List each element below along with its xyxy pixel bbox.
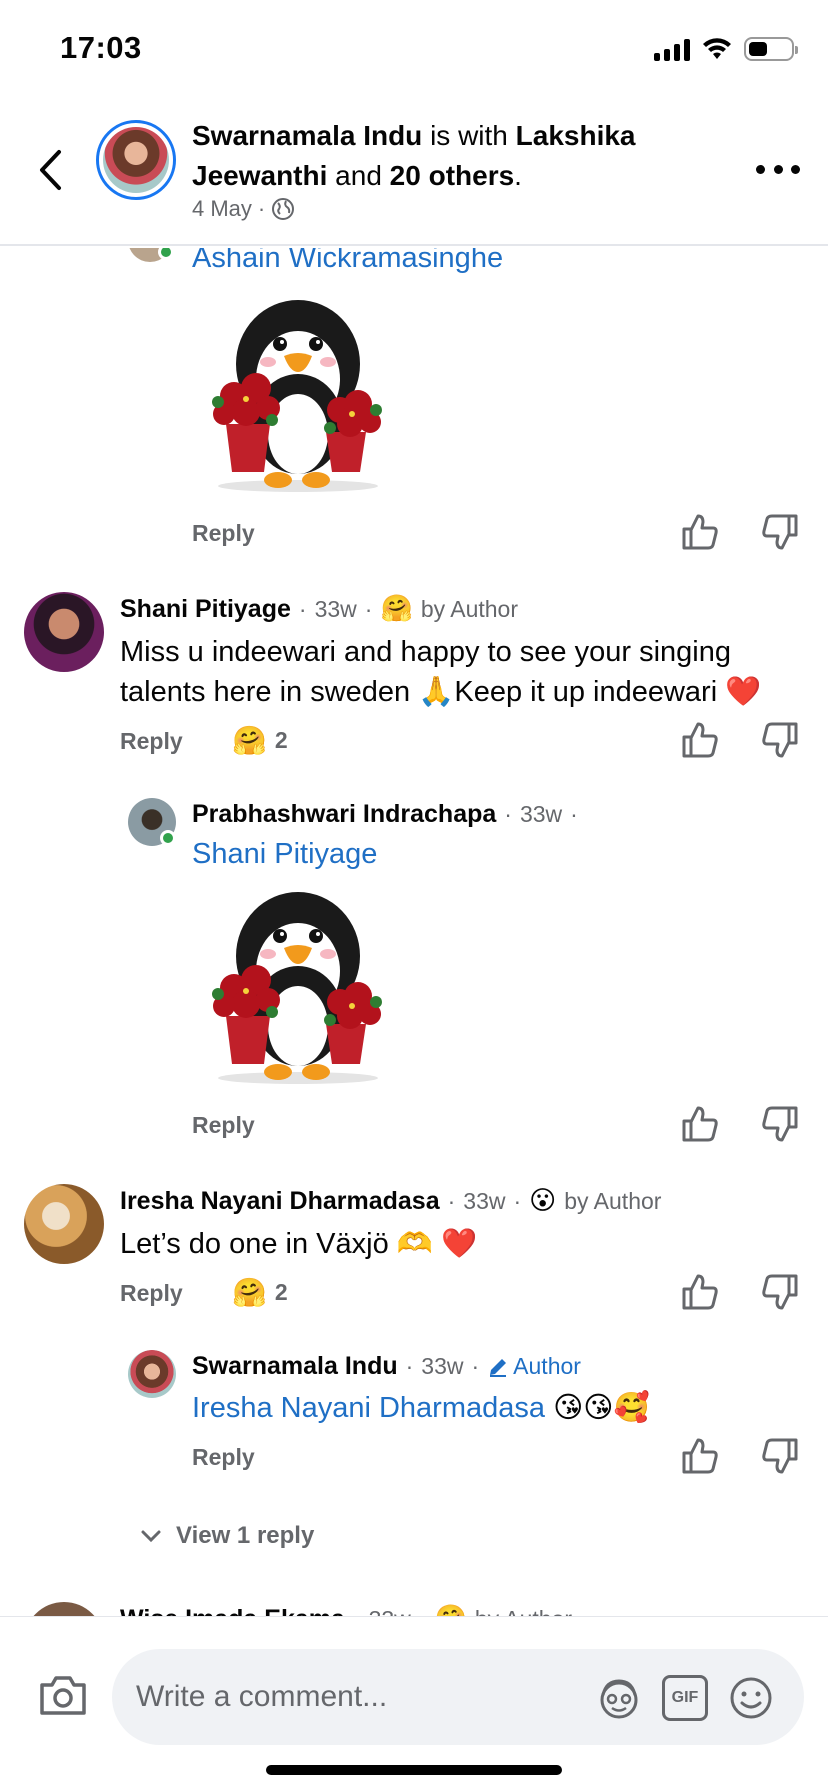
author-badge: Author <box>487 1353 581 1380</box>
battery-icon <box>744 37 798 61</box>
reply-button[interactable]: Reply <box>192 520 255 547</box>
thumbs-up-icon[interactable] <box>680 512 720 552</box>
chevron-left-icon <box>40 150 61 190</box>
comment-emojis: 😘😘🥰 <box>553 1390 650 1424</box>
author-reaction-emoji: 😮 <box>529 1186 557 1216</box>
status-time: 17:03 <box>60 30 142 65</box>
view-replies-button[interactable]: View 1 reply <box>140 1522 314 1550</box>
status-icons <box>654 34 798 64</box>
back-button[interactable] <box>30 140 70 200</box>
post-header: Swarnamala Indu is with Lakshika Jeewant… <box>0 100 828 246</box>
comment-header: Shani Pitiyage · 33w · 🤗 by Author <box>120 594 518 624</box>
commenter-avatar[interactable] <box>128 1350 176 1398</box>
post-meta: 4 May · <box>192 196 295 222</box>
post-date: 4 May <box>192 196 252 221</box>
comment-text: talents here in sweden 🙏Keep it up indee… <box>120 676 762 708</box>
comment-time: 33w <box>369 1606 411 1617</box>
commenter-name[interactable]: Swarnamala Indu <box>192 1352 398 1381</box>
mention-link[interactable]: Shani Pitiyage <box>192 838 377 871</box>
avatar-sticker-icon[interactable] <box>596 1675 642 1721</box>
thumbs-down-icon[interactable] <box>760 512 800 552</box>
comments-feed[interactable]: Ashain Wickramasinghe Reply Shani Pitiya… <box>0 248 828 1616</box>
more-options-button[interactable] <box>756 154 800 184</box>
globe-icon <box>272 198 295 220</box>
commenter-name[interactable]: Iresha Nayani Dharmadasa <box>120 1187 440 1216</box>
others-link[interactable]: 20 others <box>390 160 515 191</box>
mention-link[interactable]: Ashain Wickramasinghe <box>192 248 503 275</box>
thumbs-up-icon[interactable] <box>680 1436 720 1476</box>
thumbs-down-icon[interactable] <box>760 720 800 760</box>
commenter-avatar[interactable] <box>24 1602 104 1616</box>
reply-button[interactable]: Reply <box>192 1112 255 1139</box>
comment-text: Miss u indeewari and happy to see your s… <box>120 636 731 668</box>
commenter-avatar[interactable] <box>24 1184 104 1264</box>
comment-header: Swarnamala Indu · 33w · Author <box>192 1352 581 1381</box>
pencil-icon <box>490 1358 507 1377</box>
by-author-label: by Author <box>420 595 518 622</box>
comment-header: Iresha Nayani Dharmadasa · 33w · 😮 by Au… <box>120 1186 662 1216</box>
thumbs-down-icon[interactable] <box>760 1272 800 1312</box>
thumbs-up-icon[interactable] <box>680 1272 720 1312</box>
penguin-sticker[interactable] <box>198 284 398 494</box>
online-indicator <box>160 830 176 846</box>
author-name[interactable]: Swarnamala Indu <box>192 120 422 151</box>
comment-time: 33w <box>314 595 357 622</box>
post-title: Swarnamala Indu is with Lakshika Jeewant… <box>192 120 636 191</box>
camera-icon[interactable] <box>38 1673 88 1717</box>
emoji-picker-icon[interactable] <box>728 1675 774 1721</box>
comment-text: Let’s do one in Växjö 🫶 ❤️ <box>120 1228 478 1260</box>
chevron-down-icon <box>141 1530 161 1543</box>
wifi-icon <box>703 38 731 59</box>
reaction-summary[interactable]: 🤗 2 <box>232 1276 288 1309</box>
thumbs-down-icon[interactable] <box>760 1104 800 1144</box>
penguin-sticker[interactable] <box>198 876 398 1086</box>
by-author-label: by Author <box>475 1606 572 1617</box>
reply-button[interactable]: Reply <box>192 1444 255 1471</box>
home-indicator <box>266 1765 562 1775</box>
reply-button[interactable]: Reply <box>120 1280 183 1307</box>
thumbs-down-icon[interactable] <box>760 1436 800 1476</box>
comment-header: Prabhashwari Indrachapa · 33w · <box>192 800 578 829</box>
comment-input[interactable] <box>136 1673 596 1721</box>
comment-header: Wise Imada Ekama · 33w · 🤗 by Author <box>120 1604 572 1616</box>
gif-icon[interactable]: GIF <box>662 1675 708 1721</box>
commenter-avatar[interactable] <box>24 592 104 672</box>
by-author-label: by Author <box>564 1187 662 1214</box>
reaction-summary[interactable]: 🤗 2 <box>232 724 288 757</box>
comment-input-container[interactable]: GIF <box>112 1649 804 1745</box>
thumbs-up-icon[interactable] <box>680 720 720 760</box>
reply-button[interactable]: Reply <box>120 728 183 755</box>
comment-time: 33w <box>519 801 563 827</box>
mention-link[interactable]: Iresha Nayani Dharmadasa 😘😘🥰 <box>192 1390 650 1425</box>
comment-composer: GIF <box>0 1616 828 1792</box>
author-avatar[interactable] <box>96 120 176 200</box>
commenter-name[interactable]: Wise Imada Ekama <box>120 1605 345 1617</box>
commenter-name[interactable]: Prabhashwari Indrachapa <box>192 800 496 829</box>
thumbs-up-icon[interactable] <box>680 1104 720 1144</box>
status-bar: 17:03 <box>0 0 828 100</box>
online-indicator <box>158 248 174 260</box>
comment-time: 33w <box>421 1353 464 1379</box>
author-reaction-emoji: 🤗 <box>380 594 413 624</box>
cellular-signal-icon <box>654 37 690 61</box>
comment-time: 33w <box>463 1187 506 1214</box>
commenter-name[interactable]: Shani Pitiyage <box>120 595 291 624</box>
